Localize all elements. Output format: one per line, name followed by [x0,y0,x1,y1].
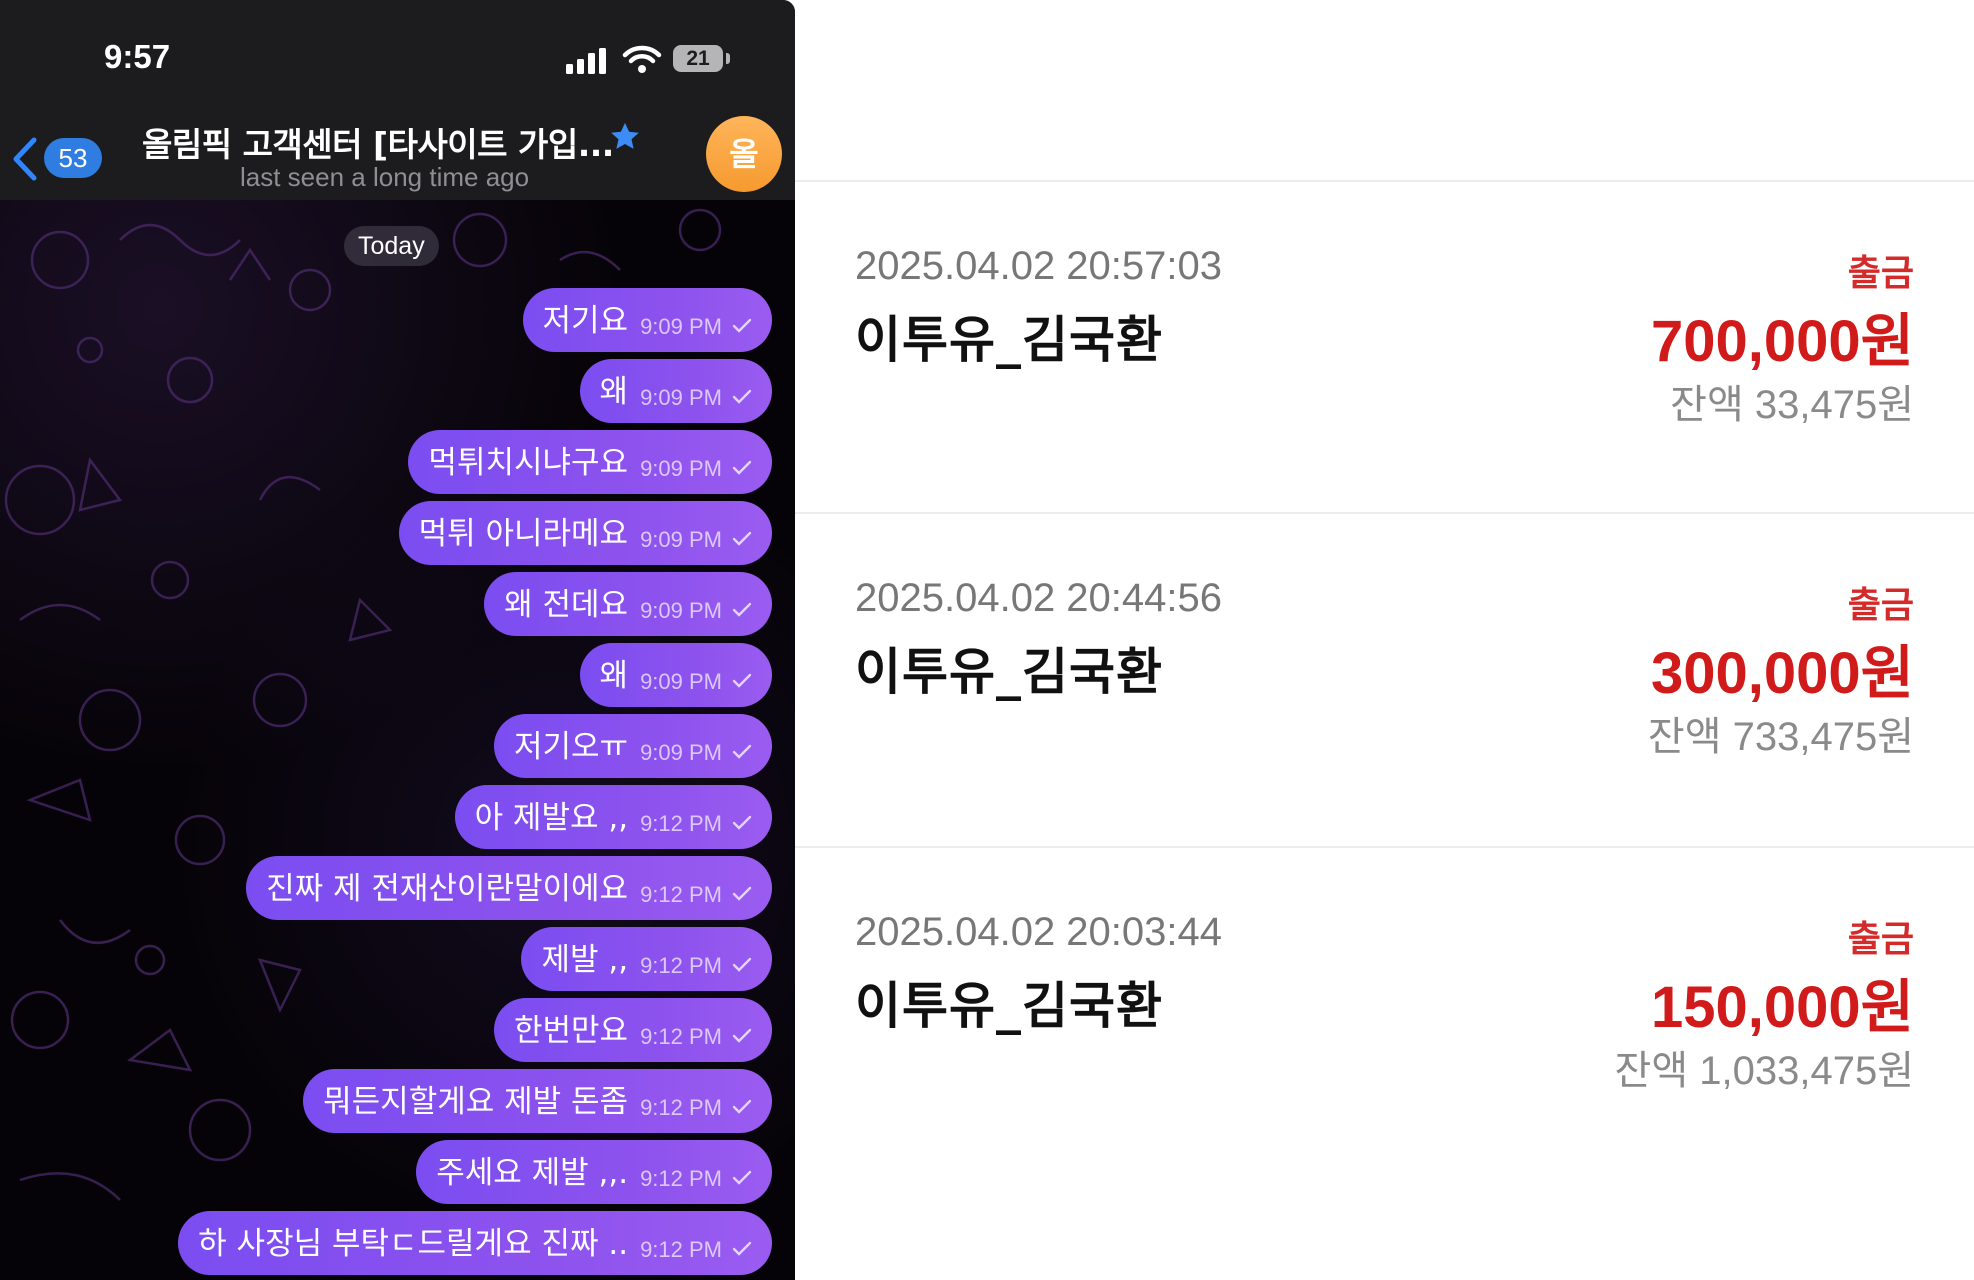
message-text: 왜 전데요 [504,586,629,623]
message-timestamp: 9:12 PM [640,882,722,907]
status-time: 9:57 [104,38,171,75]
sent-check-icon [732,318,752,333]
status-bar: 9:57 21 [0,0,795,110]
transaction-datetime: 2025.04.02 20:03:44 [855,910,1223,954]
sent-check-icon [732,1028,752,1043]
contact-avatar[interactable]: 올 [706,116,782,192]
message-bubble[interactable]: 아 제발요 ,, 9:12 PM [454,785,772,849]
message-text: 왜 [599,373,629,410]
last-seen-status: last seen a long time ago [240,162,530,192]
transaction-balance: 잔액 733,475원 [1647,715,1914,759]
message-timestamp: 9:09 PM [640,314,722,339]
message-bubble[interactable]: 뭐든지할게요 제발 돈좀 9:12 PM [303,1069,772,1133]
transaction-amount: 700,000원 [1650,309,1914,374]
sent-check-icon [732,460,752,475]
transaction-counterparty: 이투유_김국환 [855,977,1163,1035]
sent-check-icon [732,389,752,404]
transaction-row[interactable]: 2025.04.02 20:03:44 이투유_김국환 출금 150,000원 … [795,848,1974,1178]
message-bubble[interactable]: 먹튀 아니라메요 9:09 PM [398,501,772,565]
transaction-amount: 300,000원 [1650,641,1914,706]
transaction-amount: 150,000원 [1650,975,1914,1040]
message-timestamp: 9:09 PM [640,598,722,623]
message-text: 저기요 [542,302,629,339]
transaction-datetime: 2025.04.02 20:57:03 [855,244,1223,288]
message-bubble[interactable]: 제발 ,, 9:12 PM [521,927,772,991]
sent-check-icon [732,815,752,830]
message-timestamp: 9:12 PM [640,1237,722,1262]
message-text: 제발 ,, [541,941,629,978]
chat-screen: 9:57 21 53 올림픽 고객센터 [타사이트 가입... last see… [0,0,795,1280]
star-icon [611,122,639,149]
transaction-row[interactable]: 2025.04.02 20:44:56 이투유_김국환 출금 300,000원 … [795,514,1974,844]
message-text: 저기오ㅠ [513,728,629,765]
sent-check-icon [732,673,752,688]
message-timestamp: 9:09 PM [640,385,722,410]
sent-check-icon [732,886,752,901]
transaction-type: 출금 [1847,585,1914,626]
message-bubble[interactable]: 저기오ㅠ 9:09 PM [493,714,772,778]
message-timestamp: 9:12 PM [640,1095,722,1120]
message-timestamp: 9:09 PM [640,669,722,694]
sent-check-icon [732,744,752,759]
message-text: 아 제발요 ,, [474,799,629,836]
message-text: 먹튀치시냐구요 [428,444,629,481]
sent-check-icon [732,531,752,546]
message-bubble[interactable]: 왜 9:09 PM [579,359,772,423]
transaction-counterparty: 이투유_김국환 [855,311,1163,369]
message-bubble[interactable]: 진짜 제 전재산이란말이에요 9:12 PM [246,856,772,920]
message-timestamp: 9:12 PM [640,953,722,978]
message-text: 진짜 제 전재산이란말이에요 [266,870,629,907]
transaction-list: 2025.04.02 20:57:03 이투유_김국환 출금 700,000원 … [795,0,1974,1280]
message-timestamp: 9:12 PM [640,1166,722,1191]
unread-count-badge: 53 [44,138,102,178]
message-text: 먹튀 아니라메요 [418,515,629,552]
message-text: 주세요 제발 ,,. [436,1154,629,1191]
message-timestamp: 9:12 PM [640,1024,722,1049]
wifi-icon [622,45,662,73]
transaction-row[interactable]: 2025.04.02 20:57:03 이투유_김국환 출금 700,000원 … [795,182,1974,512]
chevron-left-icon [13,137,37,181]
sent-check-icon [732,1099,752,1114]
message-timestamp: 9:09 PM [640,740,722,765]
message-bubble[interactable]: 왜 전데요 9:09 PM [484,572,772,636]
transaction-balance: 잔액 33,475원 [1670,383,1914,427]
message-timestamp: 9:09 PM [640,456,722,481]
transaction-balance: 잔액 1,033,475원 [1614,1049,1914,1093]
message-bubble[interactable]: 주세요 제발 ,,. 9:12 PM [416,1140,772,1204]
chat-title[interactable]: 올림픽 고객센터 [타사이트 가입... [142,118,614,166]
message-bubble[interactable]: 한번만요 9:12 PM [493,998,772,1062]
battery-nub [726,53,730,64]
back-button[interactable]: 53 [10,134,105,184]
battery-icon: 21 [673,45,723,72]
message-text: 왜 [599,657,629,694]
message-bubble[interactable]: 하 사장님 부탁ㄷ드릴게요 진짜 .. 9:12 PM [178,1211,772,1275]
message-bubble[interactable]: 왜 9:09 PM [579,643,772,707]
message-text: 하 사장님 부탁ㄷ드릴게요 진짜 .. [198,1225,629,1262]
sent-check-icon [732,1170,752,1185]
message-timestamp: 9:09 PM [640,527,722,552]
transaction-datetime: 2025.04.02 20:44:56 [855,576,1223,620]
transaction-type: 출금 [1847,919,1914,960]
transaction-type: 출금 [1847,253,1914,294]
cellular-signal-icon [566,48,606,74]
sent-check-icon [732,957,752,972]
message-text: 한번만요 [513,1012,629,1049]
message-text: 뭐든지할게요 제발 돈좀 [323,1083,629,1120]
sent-check-icon [732,602,752,617]
chat-header: 53 올림픽 고객센터 [타사이트 가입... last seen a long… [0,110,795,200]
sent-check-icon [732,1241,752,1256]
message-bubble[interactable]: 저기요 9:09 PM [522,288,772,352]
transaction-counterparty: 이투유_김국환 [855,643,1163,701]
message-list: 저기요 9:09 PM 왜 9:09 PM 먹튀치시냐구요 9:09 PM 먹튀 아니라메요… [72,288,772,1280]
message-timestamp: 9:12 PM [640,811,722,836]
date-separator: Today [344,226,439,266]
message-bubble[interactable]: 먹튀치시냐구요 9:09 PM [408,430,772,494]
